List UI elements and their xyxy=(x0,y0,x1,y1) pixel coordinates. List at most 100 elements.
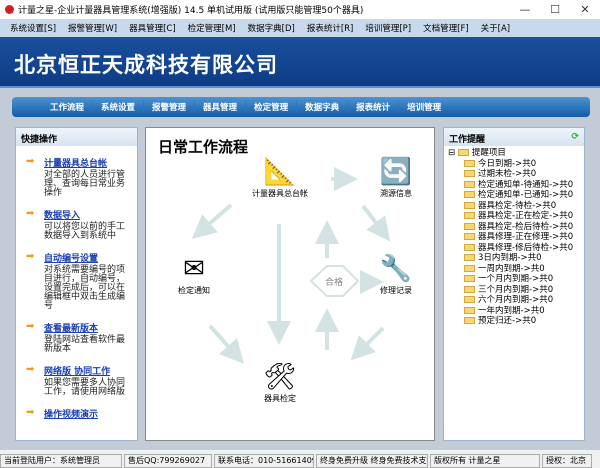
tree-item-label: 一年内到期->共0 xyxy=(478,305,545,316)
node-label: 计量器具总台帐 xyxy=(252,189,308,198)
tree-item[interactable]: 器具检定-正在检定->共0 xyxy=(448,211,580,222)
quick-item: ➡ 计量器具总台帐 对全部的人员进行管理、查询每日常业务操作 xyxy=(26,156,131,198)
status-phone: 联系电话：010-51661409 xyxy=(214,454,314,468)
refresh-icon[interactable]: ⟳ xyxy=(571,132,579,142)
quick-item: ➡ 网络版 协同工作 如果您需要多人协同工作，请使用网络版 xyxy=(26,364,131,397)
menu-about[interactable]: 关于[A] xyxy=(481,22,510,34)
tree-item[interactable]: 预定归还->共0 xyxy=(448,316,580,327)
tree-item[interactable]: 一周内到期->共0 xyxy=(448,264,580,275)
node-trace[interactable]: 🔄 溯源信息 xyxy=(356,156,436,199)
tree-item-label: 器具检定-检后待检->共0 xyxy=(478,221,574,232)
tree-item[interactable]: 六个月内到期->共0 xyxy=(448,295,580,306)
envelope-icon: ✉ xyxy=(183,254,205,284)
tree-item[interactable]: 器具检定-检后待检->共0 xyxy=(448,222,580,233)
quick-desc: 对全部的人员进行管理、查询每日常业务操作 xyxy=(44,170,126,198)
menu-dictionary[interactable]: 数据字典[D] xyxy=(248,22,295,34)
nav-bar: 工作流程 系统设置 报警管理 器具管理 检定管理 数据字典 报表统计 培训管理 xyxy=(12,97,590,117)
menu-alarm[interactable]: 报警管理[W] xyxy=(68,22,117,34)
window-title: 计量之星-企业计量器具管理系统(增强版) 14.5 单机试用版 (试用版只能管理… xyxy=(18,6,364,16)
link-ledger[interactable]: 计量器具总台帐 xyxy=(44,156,131,169)
workflow-panel: 日常工作流程 📐 计量器具总台帐 🔄 溯源信息 ✉ 检定通知 🔧 修理记录 🛠 器具检定 … xyxy=(145,127,435,441)
tree-item-label: 预定归还->共0 xyxy=(478,316,537,326)
tree-item[interactable]: 今日到期->共0 xyxy=(448,159,580,170)
tree-item-label: 三个月内到期->共0 xyxy=(478,284,554,295)
folder-icon xyxy=(464,201,475,209)
folder-icon xyxy=(457,149,469,156)
menu-reports[interactable]: 报表统计[R] xyxy=(307,22,354,34)
quick-desc: 对系统需要编号的项目进行，自动编号，设置完成后，可以在编辑框中双击生成编号 xyxy=(44,265,126,311)
folder-icon xyxy=(464,264,475,272)
link-video[interactable]: 操作视频演示 xyxy=(44,407,131,420)
nav-system[interactable]: 系统设置 xyxy=(93,101,145,113)
drafting-refresh-icon: 🔄 xyxy=(379,157,413,187)
nav-training[interactable]: 培训管理 xyxy=(399,101,449,113)
tree-item[interactable]: 过期未检->共0 xyxy=(448,169,580,180)
tree-item[interactable]: 三个月内到期->共0 xyxy=(448,285,580,296)
company-name: 北京恒正天成科技有限公司 xyxy=(14,52,278,77)
menu-bar: 系统设置[S] 报警管理[W] 器具管理[C] 检定管理[M] 数据字典[D] … xyxy=(0,19,600,37)
node-notice[interactable]: ✉ 检定通知 xyxy=(154,253,234,296)
node-label: 溯源信息 xyxy=(380,189,412,198)
reminder-tree: ⊟ 提醒项目 今日到期->共0 过期未检->共0 检定通知单-待通知->共0 检定通知… xyxy=(444,146,584,329)
quick-item: ➡ 操作视频演示 xyxy=(26,407,131,420)
menu-instrument[interactable]: 器具管理[C] xyxy=(129,22,176,34)
tree-item[interactable]: 器具修理-修后待检->共0 xyxy=(448,243,580,254)
folder-icon xyxy=(464,317,475,324)
nav-alarm[interactable]: 报警管理 xyxy=(144,101,196,113)
node-label: 检定通知 xyxy=(178,286,210,295)
nav-dictionary[interactable]: 数据字典 xyxy=(297,101,349,113)
status-support: 终身免费升级 终身免费技术支持 xyxy=(316,454,428,468)
link-import[interactable]: 数据导入 xyxy=(44,208,131,221)
quick-actions-title: 快捷操作 xyxy=(16,128,137,146)
folder-icon xyxy=(464,170,475,177)
nav-verification[interactable]: 检定管理 xyxy=(246,101,298,113)
node-label: 器具检定 xyxy=(264,394,296,403)
link-network[interactable]: 网络版 协同工作 xyxy=(44,364,131,377)
menu-system[interactable]: 系统设置[S] xyxy=(10,22,56,34)
drafting-tools-icon: 📐 xyxy=(263,157,297,187)
tree-item-label: 检定通知单-已通知->共0 xyxy=(478,190,574,200)
tree-root-label: 提醒项目 xyxy=(471,148,506,158)
tree-root[interactable]: ⊟ 提醒项目 xyxy=(448,148,580,159)
quick-desc: 如果您需要多人协同工作，请使用网络版 xyxy=(44,378,126,397)
close-button[interactable]: ✕ xyxy=(570,0,600,19)
arrow-icon: ➡ xyxy=(26,156,35,167)
node-ledger[interactable]: 📐 计量器具总台帐 xyxy=(240,156,320,199)
collapse-icon[interactable]: ⊟ xyxy=(448,148,455,158)
reminder-title-text: 工作提醒 xyxy=(449,135,486,145)
nav-instrument[interactable]: 器具管理 xyxy=(195,101,247,113)
tree-item-label: 一周内到期->共0 xyxy=(478,263,545,274)
menu-training[interactable]: 培训管理[P] xyxy=(365,22,411,34)
banner: 北京恒正天成科技有限公司 xyxy=(0,37,600,88)
folder-icon xyxy=(464,233,475,240)
tree-item[interactable]: 3日内到期->共0 xyxy=(448,253,580,264)
tree-item[interactable]: 一年内到期->共0 xyxy=(448,306,580,317)
arrow-icon: ➡ xyxy=(26,364,35,375)
tree-item-label: 3日内到期->共0 xyxy=(478,253,542,263)
link-latest-version[interactable]: 查看最新版本 xyxy=(44,321,131,334)
status-bar: 当前登陆用户：系统管理员 售后QQ:799269027 联系电话：010-516… xyxy=(0,454,600,468)
arrow-icon: ➡ xyxy=(26,208,35,219)
tree-item[interactable]: 器具检定-待检->共0 xyxy=(448,201,580,212)
title-bar: 计量之星-企业计量器具管理系统(增强版) 14.5 单机试用版 (试用版只能管理… xyxy=(0,0,600,19)
app-icon xyxy=(5,5,14,14)
folder-icon xyxy=(464,212,475,219)
tree-item[interactable]: 一个月内到期->共0 xyxy=(448,274,580,285)
nav-workflow[interactable]: 工作流程 xyxy=(42,101,94,113)
nav-reports[interactable]: 报表统计 xyxy=(348,101,400,113)
tree-item-label: 器具检定-待检->共0 xyxy=(478,200,557,211)
reminder-title: 工作提醒 ⟳ xyxy=(444,128,584,146)
tree-item-label: 器具检定-正在检定->共0 xyxy=(478,211,574,221)
maximize-button[interactable]: ☐ xyxy=(540,0,570,19)
menu-documents[interactable]: 文档管理[F] xyxy=(423,22,469,34)
folder-icon xyxy=(464,243,475,251)
node-check[interactable]: 🛠 器具检定 xyxy=(240,361,320,404)
tree-item[interactable]: 检定通知单-待通知->共0 xyxy=(448,180,580,191)
tree-item-label: 器具修理-正在修理->共0 xyxy=(478,232,574,242)
reminder-panel: 工作提醒 ⟳ ⊟ 提醒项目 今日到期->共0 过期未检->共0 检定通知单-待通知->… xyxy=(443,127,585,441)
tree-item[interactable]: 器具修理-正在修理->共0 xyxy=(448,232,580,243)
link-auto-number[interactable]: 自动编号设置 xyxy=(44,251,131,264)
minimize-button[interactable]: — xyxy=(510,0,540,19)
tree-item[interactable]: 检定通知单-已通知->共0 xyxy=(448,190,580,201)
menu-verification[interactable]: 检定管理[M] xyxy=(188,22,236,34)
